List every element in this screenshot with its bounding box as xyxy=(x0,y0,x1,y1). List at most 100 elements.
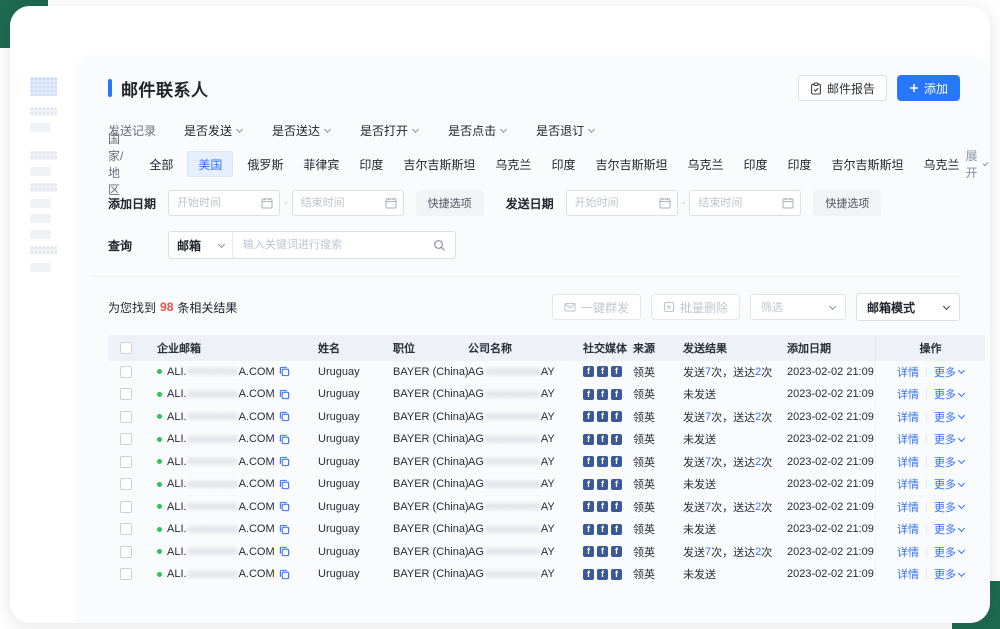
add-button[interactable]: 添加 xyxy=(897,75,960,101)
facebook-icon[interactable]: f xyxy=(611,366,622,377)
facebook-icon[interactable]: f xyxy=(597,456,608,467)
country-option[interactable]: 全部 xyxy=(143,154,179,175)
row-checkbox[interactable] xyxy=(120,388,132,400)
select-all-checkbox[interactable] xyxy=(120,342,132,354)
row-checkbox[interactable] xyxy=(120,411,132,423)
detail-link[interactable]: 详情 xyxy=(897,409,919,425)
facebook-icon[interactable]: f xyxy=(597,524,608,535)
filter-select[interactable]: 筛选 xyxy=(750,294,846,320)
email-copy-icon[interactable] xyxy=(279,366,290,377)
email-copy-icon[interactable] xyxy=(279,389,290,400)
row-checkbox[interactable] xyxy=(120,478,132,490)
email-copy-icon[interactable] xyxy=(279,411,290,422)
row-checkbox[interactable] xyxy=(120,366,132,378)
facebook-icon[interactable]: f xyxy=(597,479,608,490)
more-link[interactable]: 更多 xyxy=(934,454,964,470)
row-checkbox[interactable] xyxy=(120,501,132,513)
more-link[interactable]: 更多 xyxy=(934,364,964,380)
facebook-icon[interactable]: f xyxy=(583,389,594,400)
add-date-end-input[interactable] xyxy=(292,190,404,216)
country-option[interactable]: 乌克兰 xyxy=(489,154,537,175)
facebook-icon[interactable]: f xyxy=(611,546,622,557)
facebook-icon[interactable]: f xyxy=(611,479,622,490)
facebook-icon[interactable]: f xyxy=(583,366,594,377)
filter-dropdown[interactable]: 是否点击 xyxy=(448,122,506,139)
row-checkbox[interactable] xyxy=(120,433,132,445)
country-option[interactable]: 吉尔吉斯斯坦 xyxy=(397,154,481,175)
facebook-icon[interactable]: f xyxy=(597,434,608,445)
more-link[interactable]: 更多 xyxy=(934,499,964,515)
facebook-icon[interactable]: f xyxy=(611,524,622,535)
facebook-icon[interactable]: f xyxy=(583,501,594,512)
send-date-quick-options-button[interactable]: 快捷选项 xyxy=(813,190,881,216)
row-checkbox[interactable] xyxy=(120,456,132,468)
filter-dropdown[interactable]: 是否发送 xyxy=(184,122,242,139)
email-copy-icon[interactable] xyxy=(279,569,290,580)
email-copy-icon[interactable] xyxy=(279,479,290,490)
send-date-start-input[interactable] xyxy=(566,190,678,216)
country-option[interactable]: 印度 xyxy=(545,154,581,175)
email-copy-icon[interactable] xyxy=(279,456,290,467)
email-copy-icon[interactable] xyxy=(279,434,290,445)
country-option[interactable]: 印度 xyxy=(353,154,389,175)
row-checkbox[interactable] xyxy=(120,523,132,535)
email-copy-icon[interactable] xyxy=(279,501,290,512)
bulk-send-button[interactable]: 一键群发 xyxy=(552,294,641,320)
detail-link[interactable]: 详情 xyxy=(897,566,919,582)
facebook-icon[interactable]: f xyxy=(583,434,594,445)
query-field-select[interactable]: 邮箱 xyxy=(169,232,233,258)
email-copy-icon[interactable] xyxy=(279,524,290,535)
more-link[interactable]: 更多 xyxy=(934,544,964,560)
detail-link[interactable]: 详情 xyxy=(897,386,919,402)
more-link[interactable]: 更多 xyxy=(934,566,964,582)
country-option[interactable]: 印度 xyxy=(782,154,818,175)
bulk-delete-button[interactable]: 批量删除 xyxy=(651,294,740,320)
detail-link[interactable]: 详情 xyxy=(897,454,919,470)
country-option[interactable]: 印度 xyxy=(737,154,773,175)
detail-link[interactable]: 详情 xyxy=(897,544,919,560)
facebook-icon[interactable]: f xyxy=(611,434,622,445)
more-link[interactable]: 更多 xyxy=(934,521,964,537)
facebook-icon[interactable]: f xyxy=(583,456,594,467)
country-option[interactable]: 美国 xyxy=(187,151,233,177)
detail-link[interactable]: 详情 xyxy=(897,364,919,380)
add-date-start-input[interactable] xyxy=(168,190,280,216)
filter-dropdown[interactable]: 是否送达 xyxy=(272,122,330,139)
expand-toggle[interactable]: 展开 xyxy=(966,147,988,181)
facebook-icon[interactable]: f xyxy=(583,411,594,422)
more-link[interactable]: 更多 xyxy=(934,386,964,402)
detail-link[interactable]: 详情 xyxy=(897,499,919,515)
facebook-icon[interactable]: f xyxy=(611,569,622,580)
facebook-icon[interactable]: f xyxy=(611,456,622,467)
send-date-end-input[interactable] xyxy=(689,190,801,216)
facebook-icon[interactable]: f xyxy=(611,389,622,400)
email-report-button[interactable]: 邮件报告 xyxy=(798,75,887,101)
facebook-icon[interactable]: f xyxy=(597,546,608,557)
facebook-icon[interactable]: f xyxy=(611,411,622,422)
facebook-icon[interactable]: f xyxy=(583,546,594,557)
facebook-icon[interactable]: f xyxy=(583,524,594,535)
filter-dropdown[interactable]: 是否退订 xyxy=(536,122,594,139)
row-checkbox[interactable] xyxy=(120,568,132,580)
country-option[interactable]: 吉尔吉斯斯坦 xyxy=(589,154,673,175)
country-option[interactable]: 俄罗斯 xyxy=(241,154,289,175)
facebook-icon[interactable]: f xyxy=(583,479,594,490)
add-date-quick-options-button[interactable]: 快捷选项 xyxy=(416,190,484,216)
detail-link[interactable]: 详情 xyxy=(897,521,919,537)
filter-dropdown[interactable]: 是否打开 xyxy=(360,122,418,139)
search-input[interactable] xyxy=(233,232,433,258)
country-option[interactable]: 菲律宾 xyxy=(297,154,345,175)
detail-link[interactable]: 详情 xyxy=(897,476,919,492)
more-link[interactable]: 更多 xyxy=(934,476,964,492)
country-option[interactable]: 乌克兰 xyxy=(918,154,966,175)
more-link[interactable]: 更多 xyxy=(934,431,964,447)
email-copy-icon[interactable] xyxy=(279,546,290,557)
search-icon[interactable] xyxy=(433,239,446,252)
facebook-icon[interactable]: f xyxy=(597,366,608,377)
detail-link[interactable]: 详情 xyxy=(897,431,919,447)
country-option[interactable]: 乌克兰 xyxy=(681,154,729,175)
more-link[interactable]: 更多 xyxy=(934,409,964,425)
row-checkbox[interactable] xyxy=(120,546,132,558)
facebook-icon[interactable]: f xyxy=(597,389,608,400)
facebook-icon[interactable]: f xyxy=(597,411,608,422)
